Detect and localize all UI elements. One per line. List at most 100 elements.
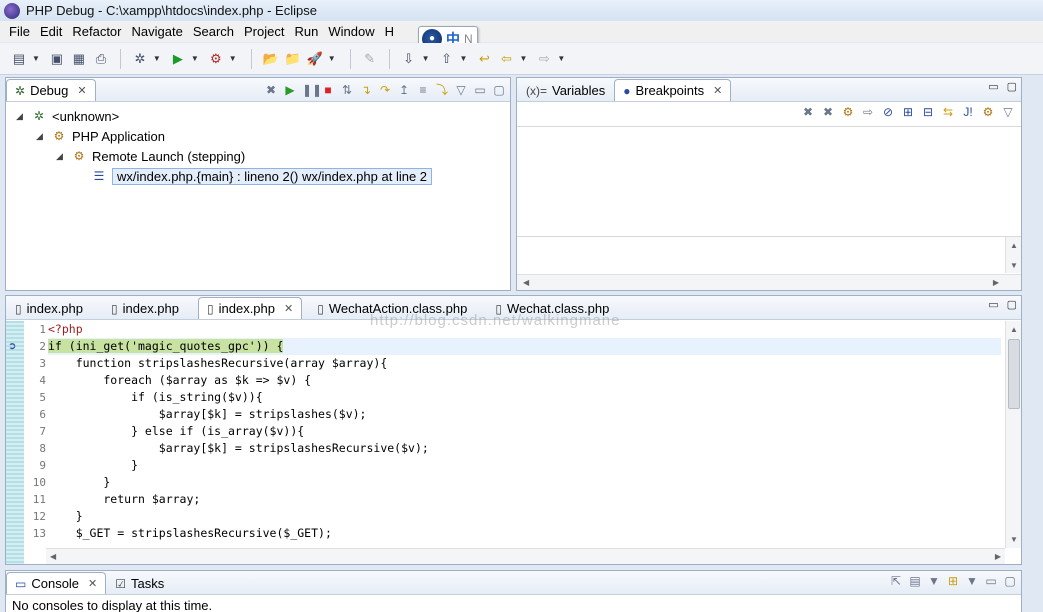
view-menu-dropdown-icon[interactable]: ▽ (1001, 105, 1015, 119)
maximize-icon[interactable]: ▢ (1003, 574, 1017, 588)
code-line[interactable]: if (is_string($v)){ (48, 389, 1001, 406)
run-icon[interactable]: ▶ (169, 50, 187, 68)
display-console-dropdown-icon[interactable]: ▼ (927, 574, 941, 588)
terminate-icon[interactable]: ■ (321, 83, 335, 97)
menu-refactor[interactable]: Refactor (67, 24, 126, 39)
close-icon[interactable]: ✕ (77, 84, 86, 97)
menu-project[interactable]: Project (239, 24, 289, 39)
launch-icon[interactable]: 🚀 (306, 50, 324, 68)
external-tools-icon[interactable]: ⚙ (207, 50, 225, 68)
tree-node[interactable]: ◢ ⚙ Remote Launch (stepping) (16, 146, 510, 166)
vertical-scrollbar[interactable]: ▲ ▼ (1005, 321, 1021, 548)
editor-tab[interactable]: ▯ index.php (102, 297, 188, 319)
code-line[interactable]: foreach ($array as $k => $v) { (48, 372, 1001, 389)
forward-dropdown-icon[interactable]: ▼ (557, 54, 565, 63)
menu-run[interactable]: Run (289, 24, 323, 39)
next-annotation-dropdown-icon[interactable]: ▼ (422, 54, 430, 63)
new-icon[interactable]: ▤ (10, 50, 28, 68)
launch-dropdown-icon[interactable]: ▼ (328, 54, 336, 63)
suspend-icon[interactable]: ❚❚ (302, 83, 322, 97)
code-line[interactable]: <?php (48, 321, 1001, 338)
prev-annotation-dropdown-icon[interactable]: ▼ (460, 54, 468, 63)
close-icon[interactable]: ✕ (88, 577, 97, 590)
link-with-debug-view-icon[interactable]: ⇆ (941, 105, 955, 119)
editor-tab[interactable]: ▯ WechatAction.class.php (308, 297, 476, 319)
save-icon[interactable]: ▣ (48, 50, 66, 68)
remove-terminated-icon[interactable]: ✖ (264, 83, 278, 97)
maximize-icon[interactable]: ▢ (1007, 80, 1017, 93)
editor-tab[interactable]: ▯ Wechat.class.php (486, 297, 618, 319)
code-editor[interactable]: ➲ 1 2 3 4 5 6 7 8 9 10 11 12 13 <?php if… (6, 321, 1021, 564)
tab-breakpoints[interactable]: ● Breakpoints ✕ (614, 79, 732, 101)
editor-tab[interactable]: ▯ index.php ✕ (198, 297, 303, 319)
editor-tab[interactable]: ▯ index.php (6, 297, 92, 319)
new-dropdown-icon[interactable]: ▼ (32, 54, 40, 63)
use-step-filters-icon[interactable]: ≡ (416, 83, 430, 97)
expand-icon[interactable]: ◢ (36, 131, 46, 142)
scroll-thumb[interactable] (1008, 339, 1020, 409)
remove-all-breakpoints-icon[interactable]: ✖ (821, 105, 835, 119)
print-icon[interactable]: ⎙ (92, 50, 110, 68)
code-content[interactable]: <?php if (ini_get('magic_quotes_gpc')) {… (48, 321, 1001, 542)
editor-gutter[interactable]: ➲ (6, 321, 24, 564)
open-console-dropdown-icon[interactable]: ▼ (965, 574, 979, 588)
edit-pen-icon[interactable]: ✎ (361, 50, 379, 68)
collapse-all-icon[interactable]: ⊟ (921, 105, 935, 119)
menu-help[interactable]: H (380, 24, 399, 39)
scroll-down-icon[interactable]: ▼ (1010, 261, 1018, 270)
scroll-up-icon[interactable]: ▲ (1010, 241, 1018, 250)
menu-window[interactable]: Window (323, 24, 379, 39)
breakpoints-list[interactable] (517, 126, 1021, 234)
forward-icon[interactable]: ⇨ (535, 50, 553, 68)
scroll-up-icon[interactable]: ▲ (1010, 325, 1018, 334)
expand-icon[interactable]: ◢ (16, 111, 26, 122)
menu-navigate[interactable]: Navigate (127, 24, 188, 39)
open-folder-icon[interactable]: 📂 (262, 50, 280, 68)
menu-file[interactable]: File (4, 24, 35, 39)
menu-search[interactable]: Search (188, 24, 239, 39)
prev-annotation-icon[interactable]: ⇧ (438, 50, 456, 68)
menu-edit[interactable]: Edit (35, 24, 67, 39)
back-dropdown-icon[interactable]: ▼ (519, 54, 527, 63)
debug-dropdown-icon[interactable]: ▼ (153, 54, 161, 63)
remove-breakpoint-icon[interactable]: ✖ (801, 105, 815, 119)
maximize-icon[interactable]: ▢ (1007, 298, 1017, 311)
show-supported-breakpoints-icon[interactable]: ⚙ (841, 105, 855, 119)
resume-icon[interactable]: ▶ (283, 83, 297, 97)
step-into-icon[interactable]: ↴ (359, 83, 373, 97)
close-icon[interactable]: ✕ (713, 84, 722, 97)
last-edit-icon[interactable]: ↩ (475, 50, 493, 68)
view-menu-icon[interactable]: ⤵ (435, 81, 449, 98)
maximize-icon[interactable]: ▢ (492, 83, 506, 97)
code-line-current[interactable]: if (ini_get('magic_quotes_gpc')) { (48, 338, 1001, 355)
code-line[interactable]: } (48, 457, 1001, 474)
add-exception-breakpoint-icon[interactable]: J! (961, 105, 975, 119)
code-line[interactable]: return $array; (48, 491, 1001, 508)
scroll-down-icon[interactable]: ▼ (1010, 535, 1018, 544)
open-console-icon[interactable]: ⊞ (946, 574, 960, 588)
tree-node[interactable]: ◢ ✲ <unknown> (16, 106, 510, 126)
tab-console[interactable]: ▭ Console ✕ (6, 572, 107, 594)
code-line[interactable]: $_GET = stripslashesRecursive($_GET); (48, 525, 1001, 542)
minimize-icon[interactable]: ▭ (988, 298, 998, 311)
debug-icon[interactable]: ✲ (131, 50, 149, 68)
tree-node[interactable]: ☰ wx/index.php.{main} : lineno 2() wx/in… (16, 166, 510, 186)
close-icon[interactable]: ✕ (284, 302, 293, 315)
code-line[interactable]: } (48, 508, 1001, 525)
step-return-icon[interactable]: ↥ (397, 83, 411, 97)
skip-all-breakpoints-icon[interactable]: ⊘ (881, 105, 895, 119)
external-tools-dropdown-icon[interactable]: ▼ (229, 54, 237, 63)
minimize-icon[interactable]: ▭ (473, 83, 487, 97)
disconnect-icon[interactable]: ⇅ (340, 83, 354, 97)
scroll-right-icon[interactable]: ▶ (995, 552, 1001, 561)
expand-icon[interactable]: ◢ (56, 151, 66, 162)
code-line[interactable]: } (48, 474, 1001, 491)
vertical-scrollbar[interactable]: ▲ ▼ (1005, 237, 1021, 273)
open-project-icon[interactable]: 📁 (284, 50, 302, 68)
code-line[interactable]: function stripslashesRecursive(array $ar… (48, 355, 1001, 372)
go-to-file-icon[interactable]: ⇨ (861, 105, 875, 119)
tab-variables[interactable]: (x)= Variables (517, 79, 614, 101)
horizontal-scrollbar[interactable]: ◀ ▶ (46, 548, 1005, 564)
code-line[interactable]: } else if (is_array($v)){ (48, 423, 1001, 440)
tree-node[interactable]: ◢ ⚙ PHP Application (16, 126, 510, 146)
